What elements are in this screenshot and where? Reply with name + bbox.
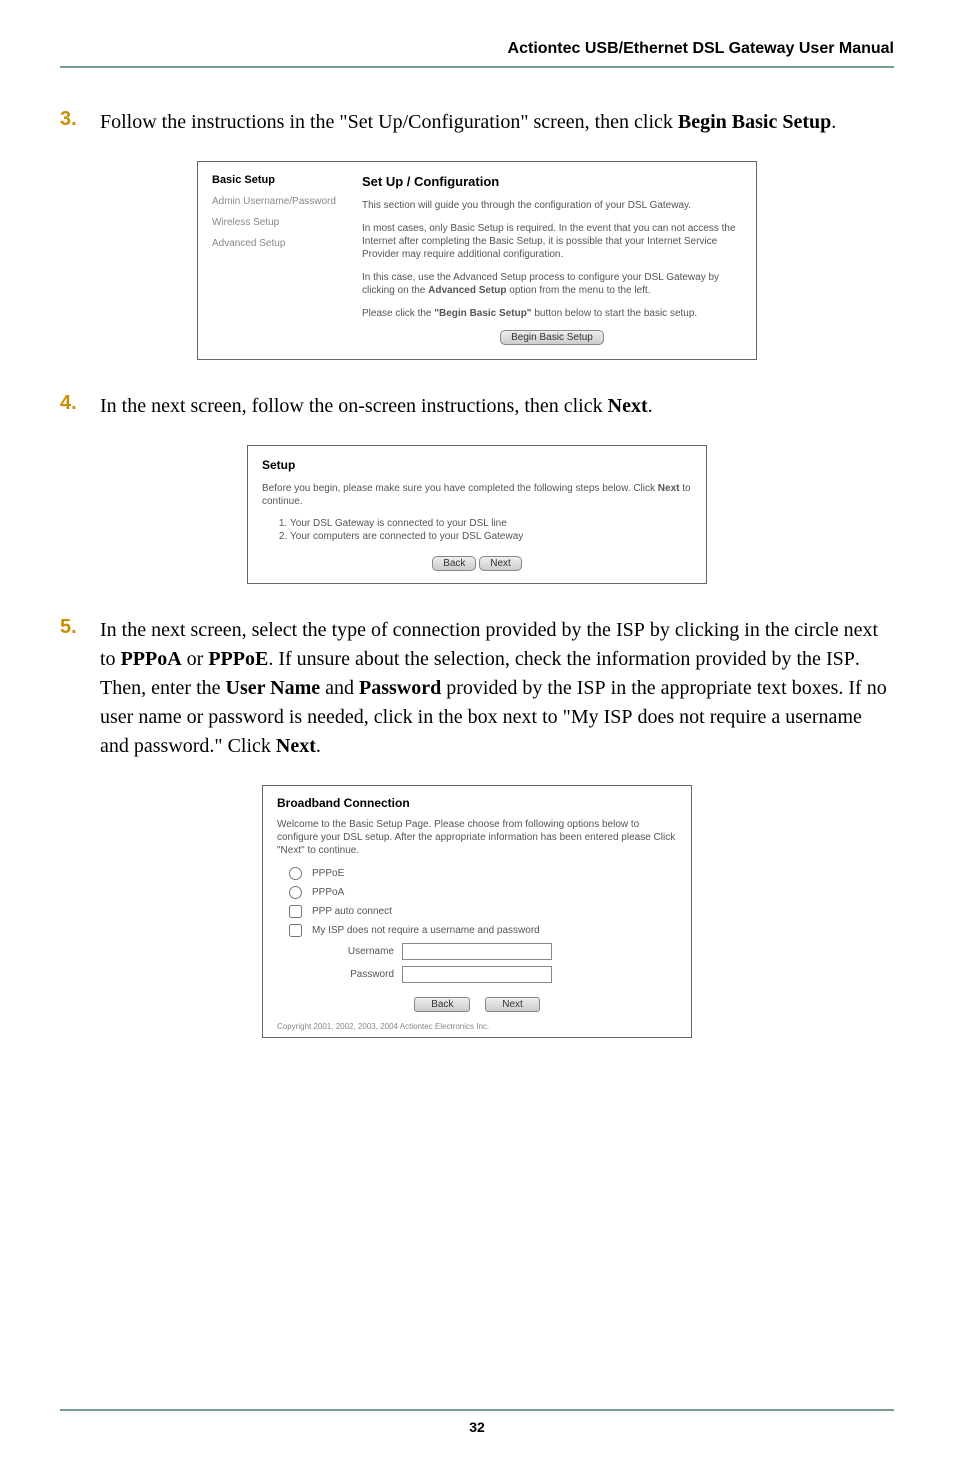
no-auth-checkbox[interactable]	[289, 924, 302, 937]
option-label: My ISP does not require a username and p…	[312, 925, 540, 936]
step-5: 5. In the next screen, select the type o…	[60, 616, 894, 761]
sidebar-title: Basic Setup	[212, 174, 362, 186]
small-caps: ISP	[577, 677, 606, 699]
content-title: Set Up / Configuration	[362, 174, 742, 189]
ppp-auto-connect-checkbox[interactable]	[289, 905, 302, 918]
text: Please click the	[362, 308, 434, 319]
screenshot-broadband-connection: Broadband Connection Welcome to the Basi…	[60, 785, 894, 1038]
next-button[interactable]: Next	[479, 556, 522, 571]
text: Follow the instructions in the "Set Up/C…	[100, 111, 678, 133]
paragraph: In this case, use the Advanced Setup pro…	[362, 271, 742, 297]
small-caps: ISP	[604, 706, 633, 728]
paragraph: Before you begin, please make sure you h…	[262, 482, 692, 508]
next-button[interactable]: Next	[485, 997, 540, 1012]
bold-term: Next	[658, 483, 680, 494]
option-label: PPP auto connect	[312, 906, 392, 917]
option-label: PPPoE	[312, 868, 344, 879]
back-button[interactable]: Back	[414, 997, 470, 1012]
page-number: 32	[469, 1419, 485, 1435]
step-text: In the next screen, select the type of c…	[100, 616, 894, 761]
begin-basic-setup-button[interactable]: Begin Basic Setup	[500, 330, 604, 345]
bold-term: Next	[276, 735, 316, 757]
password-label: Password	[317, 969, 402, 980]
bold-term: PPPoA	[121, 648, 182, 670]
text: option from the menu to the left.	[507, 285, 651, 296]
copyright-text: Copyright 2001, 2002, 2003, 2004 Actiont…	[277, 1022, 677, 1031]
option-label: PPPoA	[312, 887, 344, 898]
content-title: Broadband Connection	[277, 796, 677, 810]
paragraph: Welcome to the Basic Setup Page. Please …	[277, 818, 677, 857]
pppoa-radio[interactable]	[289, 886, 302, 899]
text: or	[182, 648, 209, 670]
page-header: Actiontec USB/Ethernet DSL Gateway User …	[60, 40, 894, 68]
text: and	[320, 677, 359, 699]
bold-term: User Name	[226, 677, 321, 699]
sidebar-item-wireless[interactable]: Wireless Setup	[212, 217, 362, 228]
text: In the next screen, follow the on-screen…	[100, 395, 608, 417]
bold-term: PPPoE	[208, 648, 268, 670]
paragraph: This section will guide you through the …	[362, 199, 742, 212]
bold-term: Begin Basic Setup	[678, 111, 831, 133]
text: .	[648, 395, 653, 417]
username-label: Username	[317, 946, 402, 957]
step-text: In the next screen, follow the on-screen…	[100, 392, 894, 421]
page-footer: 32	[60, 1409, 894, 1435]
sidebar-item-admin[interactable]: Admin Username/Password	[212, 196, 362, 207]
paragraph: In most cases, only Basic Setup is requi…	[362, 222, 742, 261]
screenshot-setup-configuration: Basic Setup Admin Username/Password Wire…	[60, 161, 894, 360]
step-number: 5.	[60, 616, 100, 761]
step-text: Follow the instructions in the "Set Up/C…	[100, 108, 894, 137]
small-caps: ISP	[826, 648, 855, 670]
list-item: Your computers are connected to your DSL…	[290, 531, 692, 542]
step-4: 4. In the next screen, follow the on-scr…	[60, 392, 894, 421]
text: provided by the	[441, 677, 577, 699]
list-item: Your DSL Gateway is connected to your DS…	[290, 518, 692, 529]
username-input[interactable]	[402, 943, 552, 960]
step-3: 3. Follow the instructions in the "Set U…	[60, 108, 894, 137]
sidebar-item-advanced[interactable]: Advanced Setup	[212, 238, 362, 249]
text: button below to start the basic setup.	[532, 308, 698, 319]
back-button[interactable]: Back	[432, 556, 476, 571]
text: Before you begin, please make sure you h…	[262, 483, 658, 494]
bold-term: "Begin Basic Setup"	[434, 308, 531, 319]
text: .	[831, 111, 836, 133]
small-caps: ISP	[616, 619, 645, 641]
paragraph: Please click the "Begin Basic Setup" but…	[362, 307, 742, 320]
password-input[interactable]	[402, 966, 552, 983]
pppoe-radio[interactable]	[289, 867, 302, 880]
bold-term: Next	[608, 395, 648, 417]
text: .	[316, 735, 321, 757]
screenshot-setup: Setup Before you begin, please make sure…	[60, 445, 894, 584]
text: . If unsure about the selection, check t…	[268, 648, 826, 670]
text: In the next screen, select the type of c…	[100, 619, 616, 641]
content-title: Setup	[262, 458, 692, 472]
step-number: 4.	[60, 392, 100, 421]
bold-term: Password	[359, 677, 441, 699]
bold-term: Advanced Setup	[428, 285, 506, 296]
step-number: 3.	[60, 108, 100, 137]
